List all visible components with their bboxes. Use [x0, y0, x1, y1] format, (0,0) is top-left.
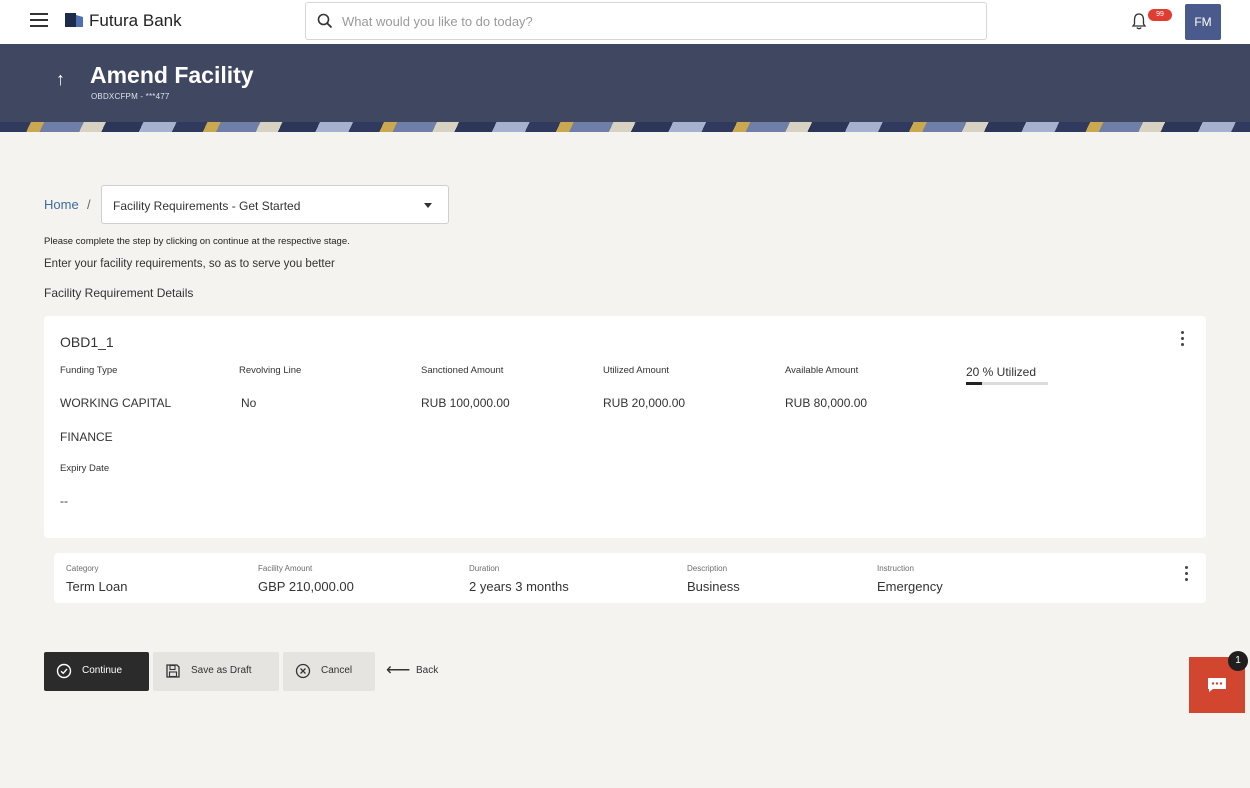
page-header: ↑ Amend Facility OBDXCFPM - ***477	[0, 44, 1250, 122]
sanctioned-amount-value: RUB 100,000.00	[421, 396, 510, 410]
category-label: Category	[66, 564, 99, 573]
up-arrow-icon[interactable]: ↑	[56, 70, 65, 88]
sanctioned-amount-label: Sanctioned Amount	[421, 365, 504, 376]
available-amount-label: Available Amount	[785, 365, 859, 376]
continue-button[interactable]: Continue	[44, 652, 149, 691]
chat-badge: 1	[1228, 651, 1248, 671]
user-avatar[interactable]: FM	[1185, 4, 1221, 40]
expiry-date-label: Expiry Date	[60, 463, 110, 474]
continue-label: Continue	[82, 665, 123, 676]
hamburger-menu-icon[interactable]	[30, 13, 48, 27]
facility-card: OBD1_1 Funding Type WORKING CAPITAL FINA…	[44, 316, 1206, 538]
page-title: Amend Facility	[90, 62, 254, 88]
check-circle-icon	[56, 663, 72, 679]
facility-amount-label: Facility Amount	[258, 564, 313, 573]
account-subtitle: OBDXCFPM - ***477	[91, 92, 170, 101]
description-value: Business	[687, 579, 740, 594]
stage-dropdown-value: Facility Requirements - Get Started	[113, 199, 301, 213]
duration-value: 2 years 3 months	[469, 579, 569, 594]
description-label: Description	[687, 564, 728, 573]
revolving-line-label: Revolving Line	[239, 365, 302, 376]
save-as-draft-label: Save as Draft	[191, 665, 252, 676]
utilization-bar-fill	[966, 382, 983, 385]
stage-dropdown[interactable]: Facility Requirements - Get Started	[101, 185, 449, 224]
funding-type-value-line1: WORKING CAPITAL	[60, 396, 172, 410]
breadcrumb-home-link[interactable]: Home	[44, 197, 79, 212]
instruction-value: Emergency	[877, 579, 943, 594]
funding-type-label: Funding Type	[60, 365, 118, 376]
requirement-more-options-icon[interactable]	[1182, 566, 1190, 584]
revolving-line-value: No	[241, 396, 257, 410]
instruction-label: Instruction	[877, 564, 914, 573]
category-value: Term Loan	[66, 579, 128, 594]
notification-bell-icon[interactable]	[1131, 12, 1147, 30]
close-circle-icon	[295, 663, 311, 679]
utilized-amount-label: Utilized Amount	[603, 365, 670, 376]
save-icon	[166, 664, 180, 678]
chat-icon	[1208, 678, 1226, 692]
top-bar: Futura Bank 99 FM	[0, 0, 1250, 44]
save-as-draft-button[interactable]: Save as Draft	[153, 652, 279, 691]
dropdown-caret-icon	[424, 203, 432, 208]
notification-badge: 99	[1148, 9, 1172, 21]
breadcrumb-separator: /	[87, 197, 91, 212]
utilized-amount-value: RUB 20,000.00	[603, 396, 686, 410]
search-input[interactable]	[342, 11, 942, 31]
expiry-date-value: --	[60, 494, 68, 508]
instruction-text: Please complete the step by clicking on …	[44, 236, 350, 247]
intro-text: Enter your facility requirements, so as …	[44, 258, 335, 270]
header-pattern-strip	[0, 122, 1250, 132]
back-label: Back	[416, 665, 439, 676]
search-icon	[317, 13, 333, 29]
facility-more-options-icon[interactable]	[1178, 331, 1186, 349]
facility-amount-value: GBP 210,000.00	[258, 579, 354, 594]
search-bar[interactable]	[305, 2, 987, 40]
duration-label: Duration	[469, 564, 500, 573]
cancel-label: Cancel	[321, 665, 353, 676]
facility-id: OBD1_1	[60, 334, 114, 350]
bank-logo-icon	[65, 13, 83, 27]
funding-type-value-line2: FINANCE	[60, 430, 113, 444]
section-title: Facility Requirement Details	[44, 286, 194, 300]
utilization-text: 20 % Utilized	[966, 365, 1037, 379]
left-arrow-icon: ⟵	[386, 660, 411, 679]
cancel-button[interactable]: Cancel	[283, 652, 375, 691]
brand-name[interactable]: Futura Bank	[89, 11, 182, 31]
utilization-bar	[966, 382, 1048, 385]
back-button[interactable]: ⟵ Back	[386, 660, 446, 682]
requirement-row[interactable]: Category Term Loan Facility Amount GBP 2…	[54, 553, 1206, 603]
available-amount-value: RUB 80,000.00	[785, 396, 868, 410]
